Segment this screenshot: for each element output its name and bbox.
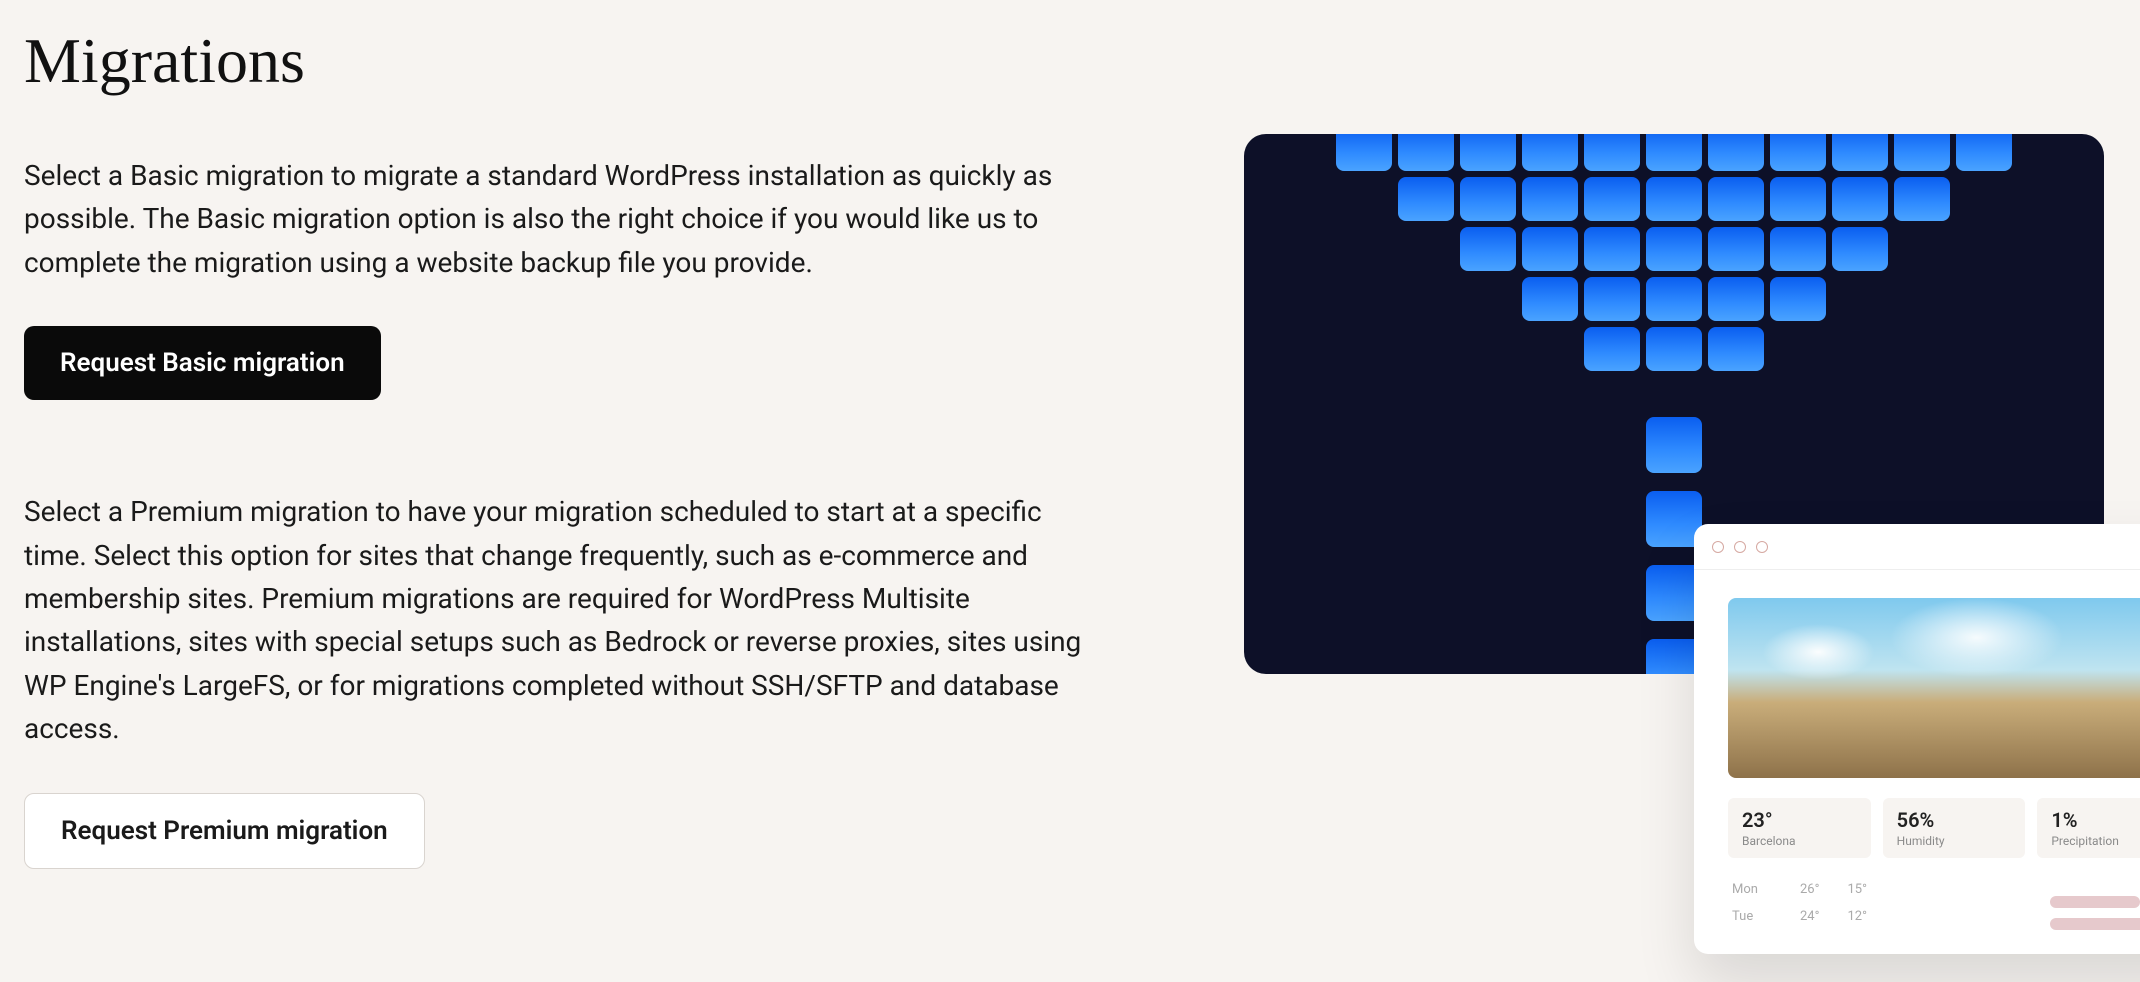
forecast-table: Mon 26° 15° Tue 24° 12° [1728, 876, 1999, 930]
stat-label: Humidity [1897, 834, 2012, 848]
premium-description: Select a Premium migration to have your … [24, 490, 1104, 750]
hero-image [1728, 598, 2140, 778]
temp-hi: 26° [1800, 882, 1819, 897]
demo-site-window: 23° Barcelona 56% Humidity 1% Precipitat… [1694, 524, 2140, 954]
day-label: Tue [1732, 909, 1772, 924]
table-row: Mon 26° 15° [1728, 876, 1999, 903]
window-dot-icon [1712, 541, 1724, 553]
request-basic-migration-button[interactable]: Request Basic migration [24, 326, 381, 400]
illustration: 23° Barcelona 56% Humidity 1% Precipitat… [1244, 24, 2104, 674]
stat-humidity: 56% Humidity [1883, 798, 2026, 858]
temp-hi: 24° [1800, 909, 1819, 924]
window-dot-icon [1756, 541, 1768, 553]
stat-value: 1% [2051, 808, 2140, 832]
stat-value: 56% [1897, 808, 2012, 832]
stat-label: Precipitation [2051, 834, 2140, 848]
stat-label: Barcelona [1742, 834, 1857, 848]
stat-value: 23° [1742, 808, 1857, 832]
stat-temperature: 23° Barcelona [1728, 798, 1871, 858]
page-title: Migrations [24, 24, 1124, 98]
table-row: Tue 24° 12° [1728, 903, 1999, 930]
basic-description: Select a Basic migration to migrate a st… [24, 154, 1104, 284]
window-controls [1694, 524, 2140, 570]
request-premium-migration-button[interactable]: Request Premium migration [24, 793, 425, 869]
window-dot-icon [1734, 541, 1746, 553]
temp-lo: 12° [1847, 909, 1866, 924]
day-label: Mon [1732, 882, 1772, 897]
stat-precipitation: 1% Precipitation [2037, 798, 2140, 858]
loading-skeleton [2050, 896, 2140, 930]
temp-lo: 15° [1847, 882, 1866, 897]
